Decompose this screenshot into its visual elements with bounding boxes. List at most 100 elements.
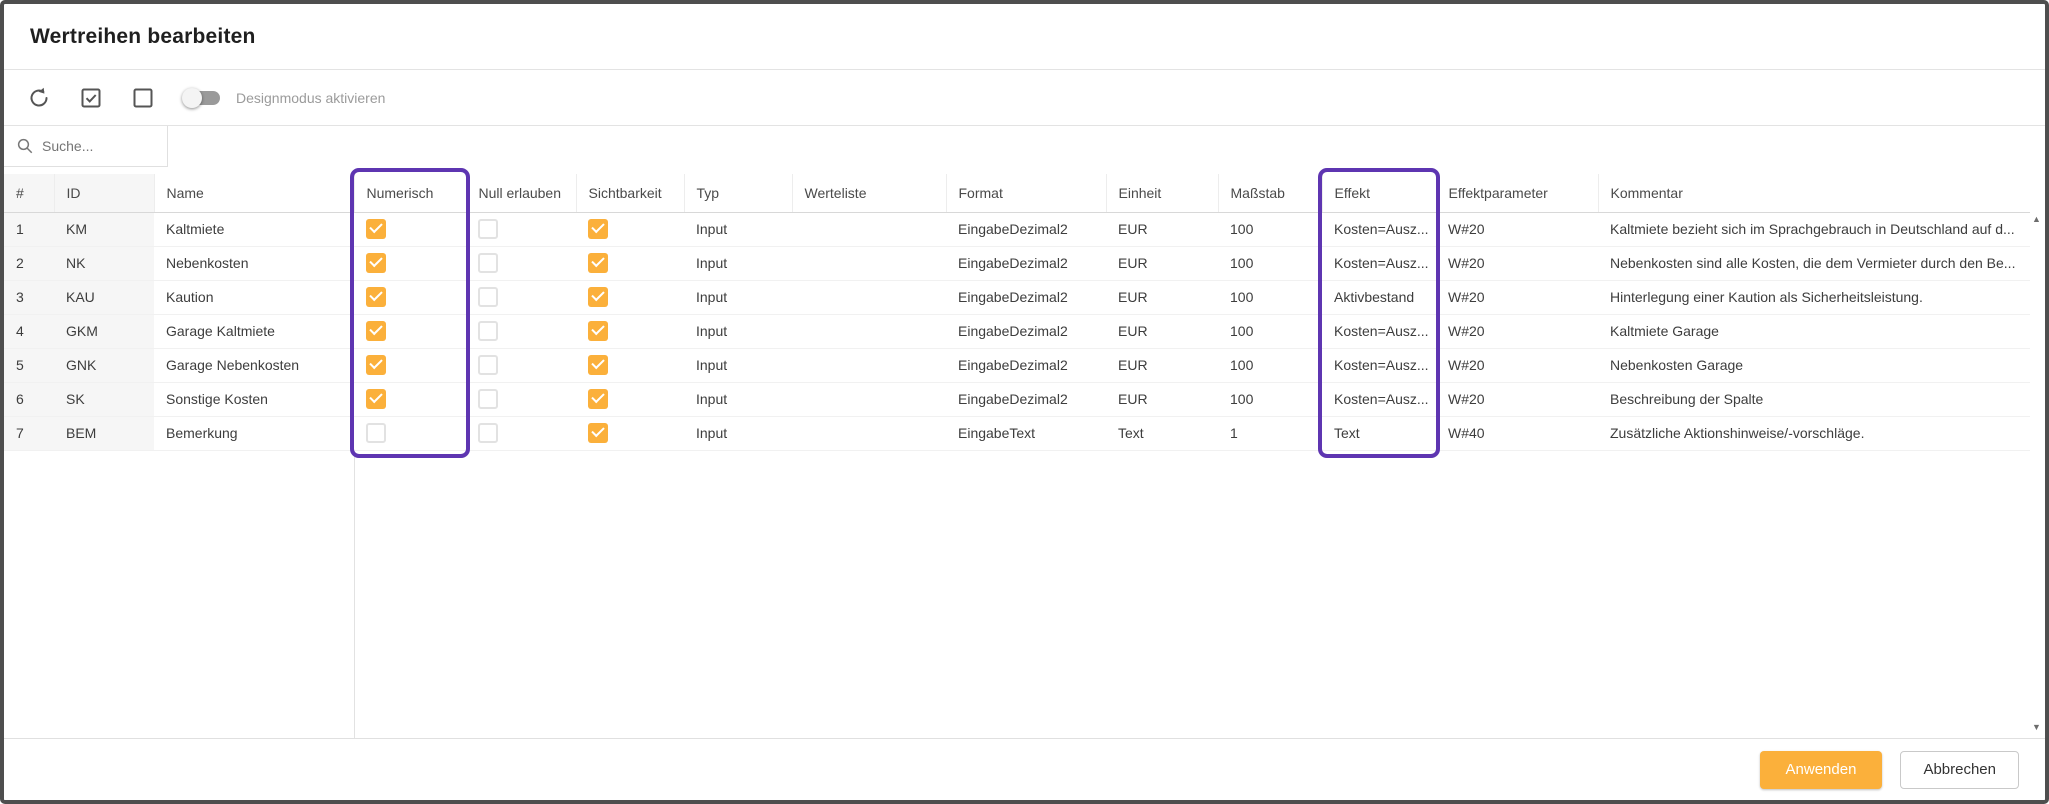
column-header-numerisch[interactable]: Numerisch xyxy=(354,174,466,212)
column-header-massstab[interactable]: Maßstab xyxy=(1218,174,1322,212)
cell-numerisch[interactable] xyxy=(354,382,466,416)
cell-einheit[interactable]: EUR xyxy=(1106,314,1218,348)
sichtbarkeit-checkbox[interactable] xyxy=(588,253,608,273)
cell-werteliste[interactable] xyxy=(792,348,946,382)
cell-id[interactable]: GKM xyxy=(54,314,154,348)
cell-sichtbarkeit[interactable] xyxy=(576,212,684,246)
cell-format[interactable]: EingabeDezimal2 xyxy=(946,280,1106,314)
sichtbarkeit-checkbox[interactable] xyxy=(588,423,608,443)
cell-massstab[interactable]: 1 xyxy=(1218,416,1322,450)
cell-kommentar[interactable]: Zusätzliche Aktionshinweise/-vorschläge. xyxy=(1598,416,2030,450)
cell-numerisch[interactable] xyxy=(354,348,466,382)
cell-name[interactable]: Bemerkung xyxy=(154,416,354,450)
cell-name[interactable]: Nebenkosten xyxy=(154,246,354,280)
cell-numerisch[interactable] xyxy=(354,314,466,348)
column-header-werteliste[interactable]: Werteliste xyxy=(792,174,946,212)
numerisch-checkbox[interactable] xyxy=(366,423,386,443)
cell-effektparameter[interactable]: W#20 xyxy=(1436,280,1598,314)
cell-einheit[interactable]: Text xyxy=(1106,416,1218,450)
cell-werteliste[interactable] xyxy=(792,314,946,348)
cell-name[interactable]: Sonstige Kosten xyxy=(154,382,354,416)
numerisch-checkbox[interactable] xyxy=(366,321,386,341)
apply-button[interactable]: Anwenden xyxy=(1760,751,1883,789)
cell-werteliste[interactable] xyxy=(792,382,946,416)
cell-num[interactable]: 1 xyxy=(4,212,54,246)
cell-effektparameter[interactable]: W#20 xyxy=(1436,246,1598,280)
cell-kommentar[interactable]: Kaltmiete bezieht sich im Sprachgebrauch… xyxy=(1598,212,2030,246)
sichtbarkeit-checkbox[interactable] xyxy=(588,321,608,341)
cell-sichtbarkeit[interactable] xyxy=(576,280,684,314)
cell-format[interactable]: EingabeDezimal2 xyxy=(946,212,1106,246)
null_erlauben-checkbox[interactable] xyxy=(478,253,498,273)
scroll-up-arrow[interactable]: ▲ xyxy=(2029,212,2044,226)
cell-numerisch[interactable] xyxy=(354,212,466,246)
cell-werteliste[interactable] xyxy=(792,280,946,314)
column-header-id[interactable]: ID xyxy=(54,174,154,212)
column-header-einheit[interactable]: Einheit xyxy=(1106,174,1218,212)
column-header-name[interactable]: Name xyxy=(154,174,354,212)
cell-kommentar[interactable]: Nebenkosten sind alle Kosten, die dem Ve… xyxy=(1598,246,2030,280)
column-header-format[interactable]: Format xyxy=(946,174,1106,212)
cell-sichtbarkeit[interactable] xyxy=(576,314,684,348)
column-header-effekt[interactable]: Effekt xyxy=(1322,174,1436,212)
cell-num[interactable]: 5 xyxy=(4,348,54,382)
column-header-sichtbarkeit[interactable]: Sichtbarkeit xyxy=(576,174,684,212)
cell-id[interactable]: KAU xyxy=(54,280,154,314)
cell-num[interactable]: 7 xyxy=(4,416,54,450)
numerisch-checkbox[interactable] xyxy=(366,253,386,273)
cell-typ[interactable]: Input xyxy=(684,314,792,348)
cell-id[interactable]: NK xyxy=(54,246,154,280)
column-header-typ[interactable]: Typ xyxy=(684,174,792,212)
cell-name[interactable]: Kaution xyxy=(154,280,354,314)
cell-typ[interactable]: Input xyxy=(684,212,792,246)
cell-name[interactable]: Garage Nebenkosten xyxy=(154,348,354,382)
cell-format[interactable]: EingabeDezimal2 xyxy=(946,314,1106,348)
cell-null_erlauben[interactable] xyxy=(466,314,576,348)
cell-werteliste[interactable] xyxy=(792,212,946,246)
null_erlauben-checkbox[interactable] xyxy=(478,219,498,239)
column-header-effektparameter[interactable]: Effektparameter xyxy=(1436,174,1598,212)
cell-einheit[interactable]: EUR xyxy=(1106,382,1218,416)
cancel-button[interactable]: Abbrechen xyxy=(1900,751,2019,789)
cell-num[interactable]: 6 xyxy=(4,382,54,416)
cell-id[interactable]: SK xyxy=(54,382,154,416)
cell-num[interactable]: 4 xyxy=(4,314,54,348)
cell-massstab[interactable]: 100 xyxy=(1218,212,1322,246)
cell-kommentar[interactable]: Hinterlegung einer Kaution als Sicherhei… xyxy=(1598,280,2030,314)
table-row[interactable]: 1KMKaltmieteInputEingabeDezimal2EUR100Ko… xyxy=(4,212,2030,246)
cell-effekt[interactable]: Kosten=Ausz... xyxy=(1322,246,1436,280)
null_erlauben-checkbox[interactable] xyxy=(478,389,498,409)
cell-effektparameter[interactable]: W#20 xyxy=(1436,382,1598,416)
numerisch-checkbox[interactable] xyxy=(366,355,386,375)
cell-numerisch[interactable] xyxy=(354,246,466,280)
cell-format[interactable]: EingabeText xyxy=(946,416,1106,450)
cell-kommentar[interactable]: Beschreibung der Spalte xyxy=(1598,382,2030,416)
sichtbarkeit-checkbox[interactable] xyxy=(588,287,608,307)
cell-null_erlauben[interactable] xyxy=(466,246,576,280)
sichtbarkeit-checkbox[interactable] xyxy=(588,355,608,375)
cell-typ[interactable]: Input xyxy=(684,348,792,382)
numerisch-checkbox[interactable] xyxy=(366,389,386,409)
cell-null_erlauben[interactable] xyxy=(466,212,576,246)
scroll-down-arrow[interactable]: ▼ xyxy=(2029,720,2044,734)
cell-numerisch[interactable] xyxy=(354,280,466,314)
cell-id[interactable]: GNK xyxy=(54,348,154,382)
cell-einheit[interactable]: EUR xyxy=(1106,246,1218,280)
column-header-num[interactable]: # xyxy=(4,174,54,212)
cell-effektparameter[interactable]: W#20 xyxy=(1436,348,1598,382)
table-row[interactable]: 7BEMBemerkungInputEingabeTextText1TextW#… xyxy=(4,416,2030,450)
null_erlauben-checkbox[interactable] xyxy=(478,321,498,341)
cell-massstab[interactable]: 100 xyxy=(1218,314,1322,348)
table-row[interactable]: 2NKNebenkostenInputEingabeDezimal2EUR100… xyxy=(4,246,2030,280)
cell-einheit[interactable]: EUR xyxy=(1106,280,1218,314)
numerisch-checkbox[interactable] xyxy=(366,219,386,239)
cell-typ[interactable]: Input xyxy=(684,280,792,314)
table-row[interactable]: 5GNKGarage Nebenkosten Input EingabeDezima… xyxy=(4,348,2030,382)
cell-format[interactable]: EingabeDezimal2 xyxy=(946,348,1106,382)
cell-effektparameter[interactable]: W#40 xyxy=(1436,416,1598,450)
cell-effekt[interactable]: Kosten=Ausz... xyxy=(1322,212,1436,246)
cell-werteliste[interactable] xyxy=(792,416,946,450)
cell-massstab[interactable]: 100 xyxy=(1218,348,1322,382)
cell-werteliste[interactable] xyxy=(792,246,946,280)
history-icon[interactable] xyxy=(26,85,52,111)
